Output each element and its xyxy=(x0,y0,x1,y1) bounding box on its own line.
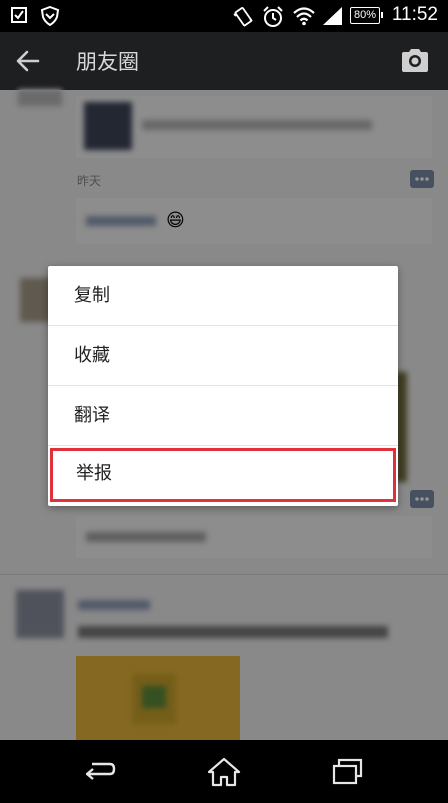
menu-item-copy[interactable]: 复制 xyxy=(48,266,398,326)
menu-item-report[interactable]: 举报 xyxy=(50,448,396,502)
arrow-back-icon[interactable] xyxy=(14,47,42,75)
home-icon[interactable] xyxy=(206,756,242,788)
navigation-bar xyxy=(0,740,448,803)
context-menu: 复制 收藏 翻译 举报 xyxy=(48,266,398,506)
checkbox-icon xyxy=(11,7,27,23)
recents-icon[interactable] xyxy=(330,756,366,788)
battery-indicator: 80% xyxy=(350,7,383,24)
status-time: 11:52 xyxy=(391,4,438,25)
shield-icon xyxy=(40,6,60,26)
status-bar: 80% 11:52 xyxy=(0,0,448,32)
signal-icon xyxy=(323,7,342,25)
wifi-icon xyxy=(293,7,315,26)
menu-item-translate[interactable]: 翻译 xyxy=(48,386,398,446)
page-title: 朋友圈 xyxy=(76,50,139,74)
camera-icon[interactable] xyxy=(400,46,430,74)
back-nav-icon[interactable] xyxy=(82,756,118,788)
screen: 80% 11:52 朋友圈 昨天 😄 复制 收藏 翻译 举报 xyxy=(0,0,448,803)
alarm-icon xyxy=(263,6,283,27)
menu-item-favorite[interactable]: 收藏 xyxy=(48,326,398,386)
action-bar: 朋友圈 xyxy=(0,32,448,90)
vibrate-icon xyxy=(233,7,253,27)
